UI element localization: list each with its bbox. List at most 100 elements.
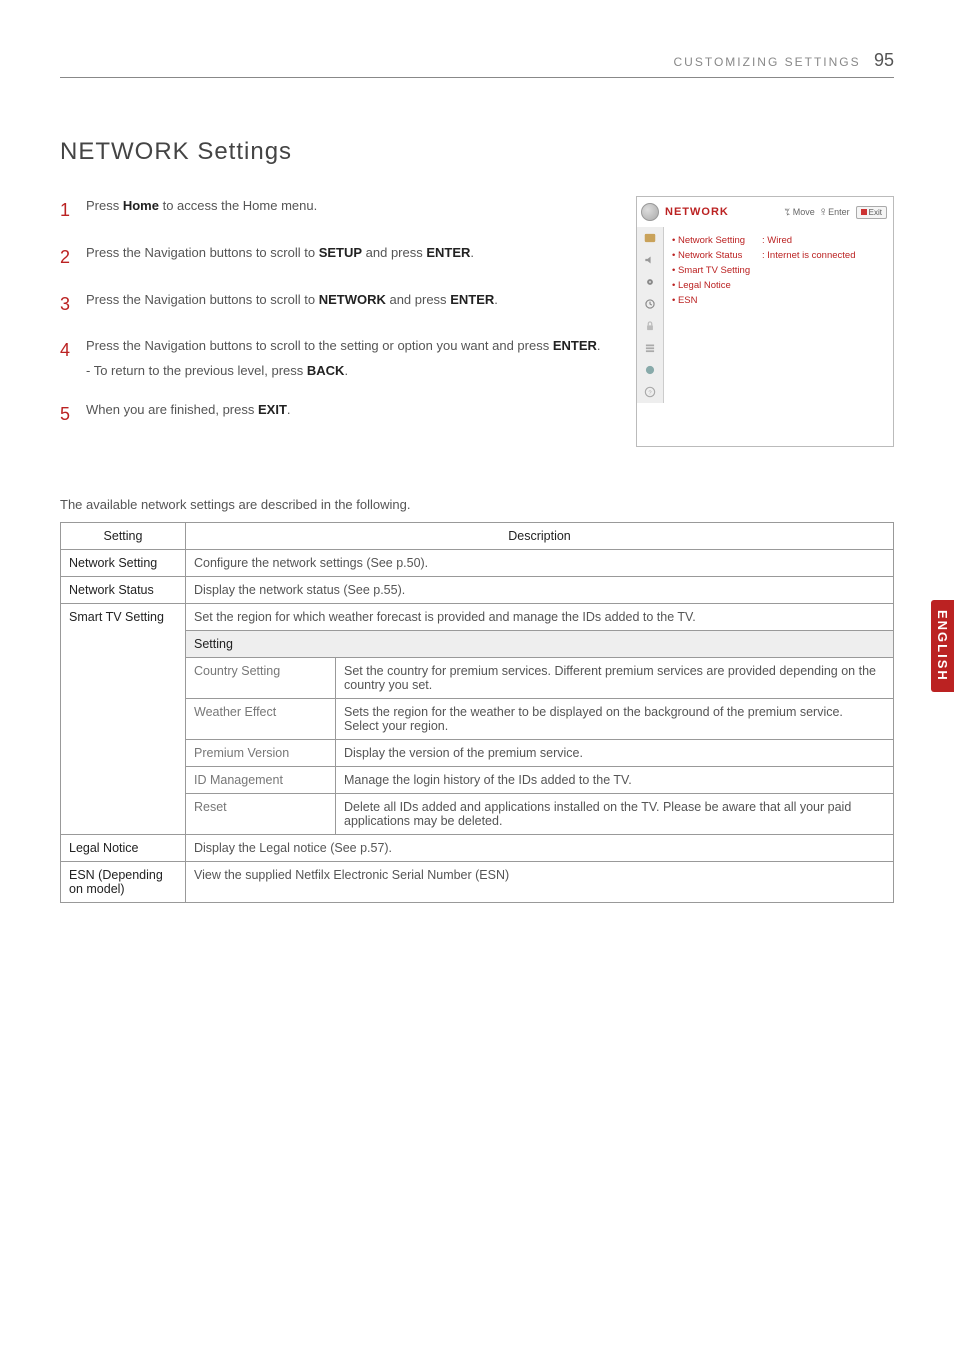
step-text: . [287,402,291,417]
osd-title: NETWORK [665,206,778,218]
table-row: Setting [61,630,894,657]
page-header: CUSTOMIZING SETTINGS 95 [60,50,894,78]
step-text: Press the Navigation buttons to scroll t… [86,338,553,353]
support-icon[interactable]: ? [637,381,663,403]
step-4: 4 Press the Navigation buttons to scroll… [60,336,618,382]
step-number: 3 [60,290,86,319]
osd-item-network-status[interactable]: Network Status : Internet is connected [672,248,885,263]
sub-label-premium: Premium Version [186,739,336,766]
step-1: 1 Press Home to access the Home menu. [60,196,618,225]
page-title: NETWORK Settings [60,138,894,166]
step-text: Press the Navigation buttons to scroll t… [86,245,319,260]
osd-hint-move: ꔂ Move [784,207,815,218]
step-bold-home: Home [123,198,159,213]
step-bold-exit: EXIT [258,402,287,417]
row-label-legal-notice: Legal Notice [61,834,186,861]
step-text: . [470,245,474,260]
osd-list: Network Setting : Wired Network Status :… [663,227,893,403]
language-tab: ENGLISH [931,600,954,692]
osd-item-network-setting[interactable]: Network Setting : Wired [672,233,885,248]
row-label-smart-tv: Smart TV Setting [61,603,186,834]
osd-item-label: ESN [672,295,762,306]
sub-desc: Display the version of the premium servi… [336,739,894,766]
table-row: ESN (Depending on model) View the suppli… [61,861,894,902]
step-number: 2 [60,243,86,272]
table-row: Smart TV Setting Set the region for whic… [61,603,894,630]
sub-label-reset: Reset [186,793,336,834]
step-number: 1 [60,196,86,225]
step-5: 5 When you are finished, press EXIT. [60,400,618,429]
table-row: Reset Delete all IDs added and applicati… [61,793,894,834]
sub-desc: Manage the login history of the IDs adde… [336,766,894,793]
step-text: and press [386,292,450,307]
step-3: 3 Press the Navigation buttons to scroll… [60,290,618,319]
clock-icon[interactable] [637,293,663,315]
table-row: Weather Effect Sets the region for the w… [61,698,894,739]
sub-desc: Sets the region for the weather to be di… [336,698,894,739]
osd-exit-label: Exit [869,208,882,217]
step-text: Press [86,198,123,213]
row-label-network-setting: Network Setting [61,549,186,576]
step-sub-text: . [344,363,348,378]
svg-text:?: ? [648,390,652,396]
step-bold-back: BACK [307,363,345,378]
options-icon[interactable] [637,337,663,359]
step-bold-setup: SETUP [319,245,362,260]
sub-label-id-mgmt: ID Management [186,766,336,793]
table-intro: The available network settings are descr… [60,497,894,512]
table-row: Legal Notice Display the Legal notice (S… [61,834,894,861]
osd-panel: NETWORK ꔂ Move ꕉ Enter Exit ? Network Se… [636,196,894,447]
osd-item-label: Network Status [672,250,762,261]
step-bold-network: NETWORK [319,292,386,307]
row-desc: Configure the network settings (See p.50… [186,549,894,576]
step-2: 2 Press the Navigation buttons to scroll… [60,243,618,272]
th-setting: Setting [61,522,186,549]
osd-item-legal-notice[interactable]: Legal Notice [672,278,885,293]
network-icon[interactable] [637,359,663,381]
table-row: ID Management Manage the login history o… [61,766,894,793]
globe-icon [641,203,659,221]
step-number: 5 [60,400,86,429]
table-row: Network Setting Configure the network se… [61,549,894,576]
settings-table: Setting Description Network Setting Conf… [60,522,894,903]
osd-item-value: : Internet is connected [762,250,855,261]
sub-desc: Delete all IDs added and applications in… [336,793,894,834]
table-row: Premium Version Display the version of t… [61,739,894,766]
row-label-network-status: Network Status [61,576,186,603]
sub-desc: Set the country for premium services. Di… [336,657,894,698]
step-bold-enter: ENTER [553,338,597,353]
gear-icon[interactable] [637,271,663,293]
step-bold-enter: ENTER [426,245,470,260]
sub-label-country: Country Setting [186,657,336,698]
row-desc: Display the network status (See p.55). [186,576,894,603]
osd-hint-enter: ꕉ Enter [821,207,850,218]
step-text: Press the Navigation buttons to scroll t… [86,292,319,307]
row-desc: View the supplied Netfilx Electronic Ser… [186,861,894,902]
osd-item-label: Legal Notice [672,280,762,291]
osd-icon-strip: ? [637,227,663,403]
section-title: CUSTOMIZING SETTINGS [674,55,861,69]
step-text: to access the Home menu. [159,198,317,213]
row-desc: Set the region for which weather forecas… [186,603,894,630]
step-text: . [494,292,498,307]
th-description: Description [186,522,894,549]
sub-label-weather: Weather Effect [186,698,336,739]
step-bold-enter: ENTER [450,292,494,307]
steps-list: 1 Press Home to access the Home menu. 2 … [60,196,618,447]
table-row: Country Setting Set the country for prem… [61,657,894,698]
lock-icon[interactable] [637,315,663,337]
picture-icon[interactable] [637,227,663,249]
osd-item-label: Smart TV Setting [672,265,762,276]
row-desc: Display the Legal notice (See p.57). [186,834,894,861]
audio-icon[interactable] [637,249,663,271]
osd-item-label: Network Setting [672,235,762,246]
osd-item-value: : Wired [762,235,792,246]
row-label-esn: ESN (Depending on model) [61,861,186,902]
step-text: When you are finished, press [86,402,258,417]
osd-item-smart-tv[interactable]: Smart TV Setting [672,263,885,278]
table-row: Network Status Display the network statu… [61,576,894,603]
step-text: . [597,338,601,353]
step-number: 4 [60,336,86,382]
osd-exit-button[interactable]: Exit [856,206,887,219]
osd-item-esn[interactable]: ESN [672,293,885,308]
